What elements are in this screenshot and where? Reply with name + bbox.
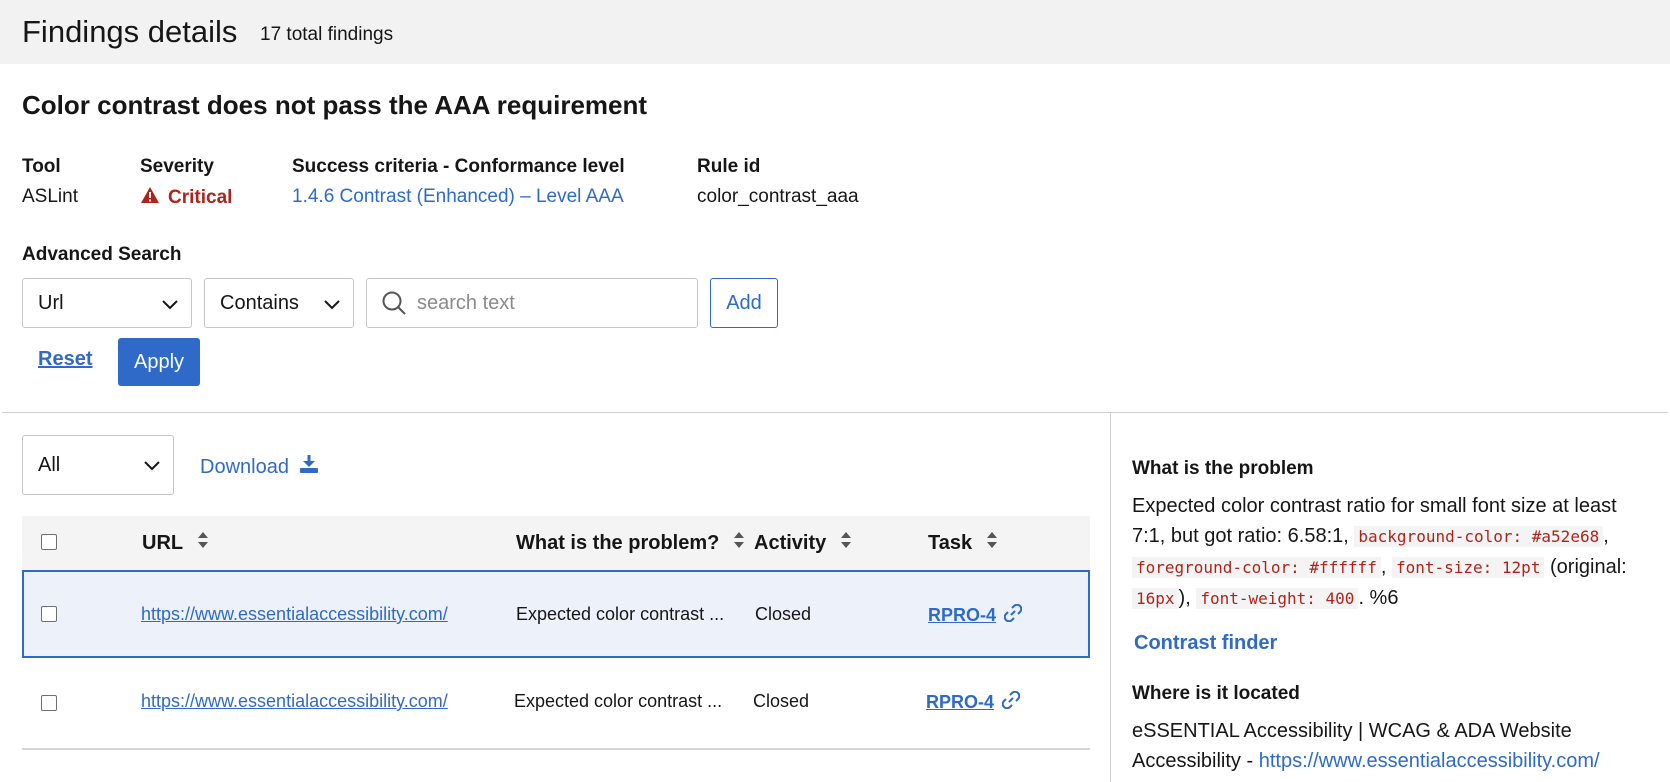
problem-heading: What is the problem [1132, 458, 1314, 479]
add-button[interactable]: Add [710, 278, 778, 328]
column-header-activity[interactable]: Activity [754, 531, 852, 555]
download-icon [299, 454, 319, 480]
code-foreground-color: foreground-color: #ffffff [1132, 557, 1381, 578]
column-header-url[interactable]: URL [142, 531, 209, 555]
code-font-weight: font-weight: 400 [1196, 588, 1359, 609]
operator-select-value: Contains [220, 291, 299, 314]
column-label: Task [928, 531, 973, 554]
search-field[interactable] [366, 278, 698, 328]
link-icon [1001, 690, 1021, 714]
criteria-label: Success criteria - Conformance level [292, 156, 625, 177]
search-icon [381, 290, 407, 316]
issue-title: Color contrast does not pass the AAA req… [22, 90, 648, 120]
rule-id-label: Rule id [697, 156, 761, 177]
row-checkbox[interactable] [41, 695, 57, 711]
tool-label: Tool [22, 156, 61, 177]
column-header-task[interactable]: Task [928, 531, 998, 555]
select-all-checkbox[interactable] [41, 534, 57, 550]
row-url-link[interactable]: https://www.essentialaccessibility.com/ [141, 691, 448, 712]
download-label: Download [200, 455, 289, 478]
row-task-link[interactable]: RPRO-4 [928, 603, 1023, 627]
severity-value: Critical [140, 186, 232, 210]
row-problem: Expected color contrast ... [514, 691, 723, 711]
link-icon [1003, 603, 1023, 627]
task-id: RPRO-4 [926, 692, 995, 712]
table-row[interactable]: https://www.essentialaccessibility.com/ … [22, 659, 1090, 747]
divider [2, 412, 1668, 413]
operator-select[interactable]: Contains [204, 278, 354, 328]
column-label: What is the problem? [516, 531, 720, 554]
chevron-down-icon [143, 456, 161, 480]
advanced-search-label: Advanced Search [22, 244, 182, 265]
status-filter-select[interactable]: All [22, 435, 174, 495]
row-url-link[interactable]: https://www.essentialaccessibility.com/ [141, 604, 448, 625]
contrast-finder-link[interactable]: Contrast finder [1134, 632, 1277, 655]
column-header-problem[interactable]: What is the problem? [516, 531, 745, 555]
page-header: Findings details 17 total findings [0, 0, 1670, 64]
code-original-size: 16px [1132, 588, 1179, 609]
total-findings: 17 total findings [260, 24, 394, 45]
criteria-link[interactable]: 1.4.6 Contrast (Enhanced) – Level AAA [292, 186, 624, 208]
chevron-down-icon [323, 295, 341, 319]
table-row[interactable]: https://www.essentialaccessibility.com/ … [22, 570, 1090, 658]
location-link[interactable]: https://www.essentialaccessibility.com/ [1259, 750, 1600, 772]
field-select-value: Url [38, 291, 64, 314]
warning-icon [140, 186, 160, 210]
sort-icon [986, 531, 998, 555]
original-suffix: ), [1178, 587, 1191, 609]
field-select[interactable]: Url [22, 278, 192, 328]
table-bottom-border [22, 748, 1090, 750]
chevron-down-icon [161, 295, 179, 319]
search-input[interactable] [417, 291, 677, 315]
location-description: eSSENTIAL Accessibility | WCAG & ADA Web… [1132, 716, 1652, 776]
table-header: URL What is the problem? Activity Task [22, 516, 1090, 570]
status-filter-value: All [38, 453, 61, 476]
column-label: Activity [754, 531, 827, 554]
apply-button[interactable]: Apply [118, 338, 200, 386]
trailing-text: . %6 [1358, 587, 1399, 609]
code-font-size: font-size: 12pt [1391, 557, 1545, 578]
download-button[interactable]: Download [200, 454, 319, 480]
severity-label: Severity [140, 156, 214, 177]
sort-icon [840, 531, 852, 555]
row-problem: Expected color contrast ... [516, 604, 725, 624]
page-title: Findings details [22, 14, 238, 49]
sort-icon [197, 531, 209, 555]
location-heading: Where is it located [1132, 683, 1300, 704]
sort-icon [733, 531, 745, 555]
reset-button[interactable]: Reset [38, 348, 92, 371]
row-activity: Closed [753, 691, 810, 711]
row-task-link[interactable]: RPRO-4 [926, 690, 1021, 714]
row-checkbox[interactable] [41, 606, 57, 622]
rule-id-value: color_contrast_aaa [697, 186, 859, 207]
task-id: RPRO-4 [928, 605, 997, 625]
row-activity: Closed [755, 604, 812, 624]
column-label: URL [142, 531, 184, 554]
code-background-color: background-color: #a52e68 [1354, 526, 1604, 547]
severity-text: Critical [168, 187, 233, 208]
original-prefix: (original: [1550, 556, 1627, 578]
tool-value: ASLint [22, 186, 78, 207]
divider [1110, 413, 1111, 782]
problem-description: Expected color contrast ratio for small … [1132, 495, 1627, 609]
